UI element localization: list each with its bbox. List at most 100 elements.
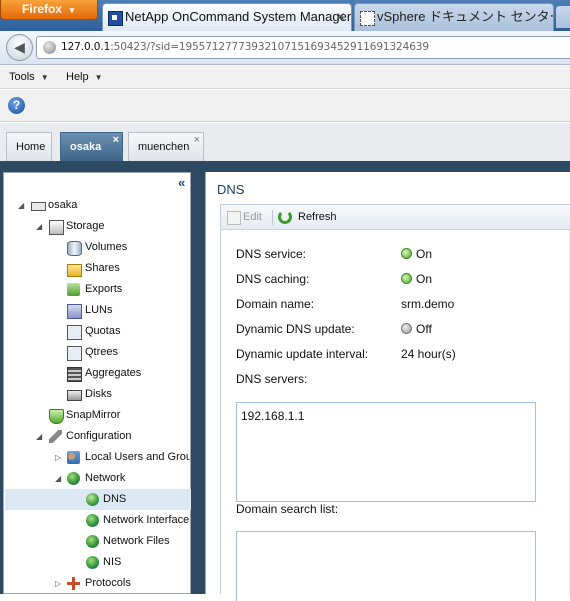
field-label: Domain name:: [236, 297, 315, 311]
server-icon: [31, 202, 46, 211]
tree-node-luns[interactable]: LUNs: [4, 300, 190, 321]
chevron-down-icon: ▼: [40, 73, 49, 82]
tree-label: Local Users and Grou: [85, 451, 190, 463]
chevron-down-icon: ▼: [94, 73, 103, 82]
globe-icon: [86, 535, 99, 548]
tree-node-network[interactable]: ◢ Network: [4, 468, 190, 489]
close-icon[interactable]: ×: [194, 133, 200, 147]
tree-node-network-interfaces[interactable]: Network Interface: [4, 510, 190, 531]
firefox-menu-button[interactable]: Firefox ▼: [0, 0, 98, 20]
url-text: 127.0.0.1:50423/?sid=1955712777393210715…: [61, 37, 429, 58]
field-label: Domain search list:: [236, 502, 339, 516]
field-dns-servers: DNS servers:: [221, 367, 561, 392]
field-value: On: [401, 267, 432, 292]
tree-node-osaka[interactable]: ◢ osaka: [4, 195, 190, 216]
menu-tools-label: Tools: [9, 71, 35, 83]
tree-label: Storage: [66, 220, 105, 232]
tree-node-dns[interactable]: DNS: [5, 489, 191, 510]
tree-node-protocols[interactable]: ▷ Protocols: [4, 573, 190, 594]
tree-node-volumes[interactable]: Volumes: [4, 237, 190, 258]
storage-icon: [49, 220, 64, 235]
tree-node-network-files[interactable]: Network Files: [4, 531, 190, 552]
aggregate-icon: [67, 367, 82, 382]
collapsed-triangle-icon[interactable]: ▷: [55, 573, 61, 594]
tab-osaka-label: osaka: [70, 141, 102, 153]
browser-tab-vsphere[interactable]: vSphere ドキュメント センター: [354, 3, 554, 31]
tree-label: NIS: [103, 556, 122, 568]
browser-tab-label: vSphere ドキュメント センター: [377, 9, 554, 24]
field-domain-name: Domain name: srm.demo: [221, 292, 561, 317]
help-icon[interactable]: ?: [8, 97, 25, 114]
tree-node-aggregates[interactable]: Aggregates: [4, 363, 190, 384]
url-bar[interactable]: 127.0.0.1:50423/?sid=1955712777393210715…: [36, 36, 570, 59]
tree-node-shares[interactable]: Shares: [4, 258, 190, 279]
detail-panel: DNS Edit Refresh DNS service: On DNS cac…: [205, 172, 570, 601]
browser-tab-netapp[interactable]: NetApp OnCommand System Manager ✕: [102, 3, 352, 31]
tree-node-nis[interactable]: NIS: [4, 552, 190, 573]
status-off-icon: [401, 323, 412, 334]
page-icon: [360, 11, 375, 26]
browser-tab-label: NetApp OnCommand System Manager: [125, 9, 352, 24]
firefox-menu-label: Firefox: [22, 2, 63, 16]
edit-icon: [227, 211, 241, 225]
tree-label: Protocols: [85, 577, 131, 589]
refresh-button[interactable]: Refresh: [278, 205, 337, 230]
menu-help-label: Help: [66, 71, 89, 83]
close-icon[interactable]: ×: [113, 133, 119, 147]
close-tab-icon[interactable]: ✕: [334, 11, 347, 24]
menu-help[interactable]: Help ▼: [66, 66, 103, 89]
tab-home[interactable]: Home: [6, 132, 52, 161]
tree-node-snapmirror[interactable]: SnapMirror: [4, 405, 190, 426]
dns-servers-list[interactable]: 192.168.1.1: [236, 402, 536, 502]
app-tab-strip: Home osaka × muenchen ×: [0, 123, 570, 161]
tree-label: Quotas: [85, 325, 121, 337]
volume-icon: [67, 241, 82, 256]
url-host: 127.0.0.1: [61, 41, 111, 53]
tab-muenchen[interactable]: muenchen ×: [128, 132, 204, 161]
tree-node-storage[interactable]: ◢ Storage: [4, 216, 190, 237]
app-body: « ◢ osaka ◢ Storage Volumes Shares Expor…: [0, 161, 570, 601]
tree-node-exports[interactable]: Exports: [4, 279, 190, 300]
refresh-icon: [278, 210, 292, 224]
collapsed-triangle-icon[interactable]: ▷: [55, 447, 61, 468]
tree-label: osaka: [48, 199, 78, 211]
expanded-triangle-icon[interactable]: ◢: [36, 426, 42, 447]
menu-tools[interactable]: Tools ▼: [9, 66, 49, 89]
domain-search-list[interactable]: [236, 531, 536, 601]
back-button[interactable]: ◀: [6, 34, 33, 61]
url-path: :50423/?sid=1955712777393210715169345291…: [110, 41, 429, 53]
app-toolbar: ?: [0, 90, 570, 122]
toolbar-divider: [272, 210, 273, 225]
tree-label: Network Interface: [103, 514, 190, 526]
tree-label: Network: [85, 472, 126, 484]
quota-icon: [67, 325, 82, 340]
dns-details: Edit Refresh DNS service: On DNS caching…: [220, 204, 570, 601]
expanded-triangle-icon[interactable]: ◢: [36, 216, 42, 237]
users-icon: [67, 451, 80, 464]
tree-label: Qtrees: [85, 346, 119, 358]
field-value: srm.demo: [401, 297, 455, 311]
status-text: On: [416, 247, 433, 261]
tree-node-quotas[interactable]: Quotas: [4, 321, 190, 342]
list-item[interactable]: 192.168.1.1: [241, 409, 304, 423]
tree-node-disks[interactable]: Disks: [4, 384, 190, 405]
expanded-triangle-icon[interactable]: ◢: [55, 468, 61, 489]
refresh-label: Refresh: [298, 211, 337, 223]
tree-node-configuration[interactable]: ◢ Configuration: [4, 426, 190, 447]
status-on-icon: [401, 273, 412, 284]
globe-icon: [67, 472, 80, 485]
field-label: Dynamic DNS update:: [236, 322, 355, 336]
browser-navbar: ◀ 127.0.0.1:50423/?sid=19557127773932107…: [0, 31, 570, 65]
lun-icon: [67, 304, 82, 319]
tab-osaka[interactable]: osaka ×: [60, 132, 123, 161]
field-label: Dynamic update interval:: [236, 347, 369, 361]
expanded-triangle-icon[interactable]: ◢: [18, 195, 24, 216]
double-chevron-left-icon[interactable]: «: [178, 176, 185, 190]
tree-label: Exports: [85, 283, 123, 295]
edit-button[interactable]: Edit: [227, 205, 262, 230]
tab-strip-overflow[interactable]: [556, 6, 570, 28]
status-on-icon: [401, 248, 412, 259]
tree-node-qtrees[interactable]: Qtrees: [4, 342, 190, 363]
tree-node-local-users[interactable]: ▷ Local Users and Grou: [4, 447, 190, 468]
snapmirror-shield-icon: [49, 409, 64, 424]
